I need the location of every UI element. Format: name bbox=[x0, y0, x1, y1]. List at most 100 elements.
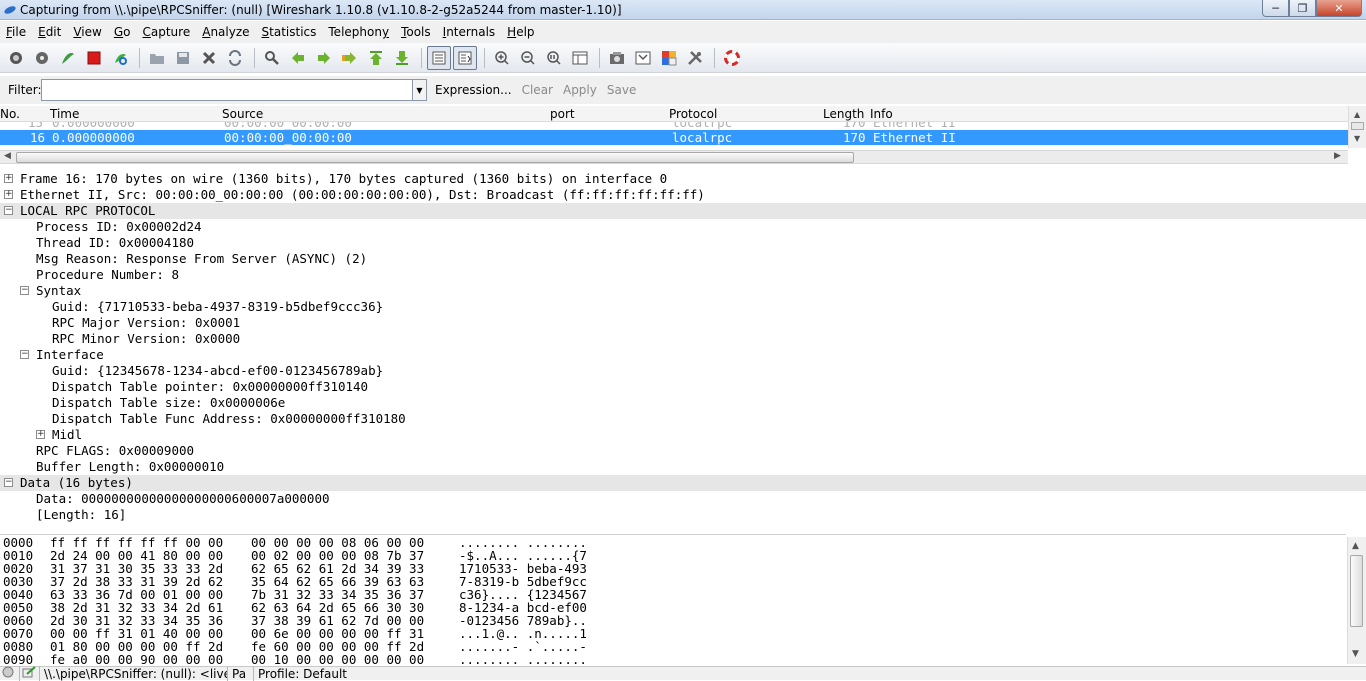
tree-item-procedure[interactable]: Procedure Number: 8 bbox=[0, 267, 1366, 283]
preferences-icon[interactable] bbox=[683, 46, 707, 70]
save-file-icon[interactable] bbox=[171, 46, 195, 70]
collapse-icon[interactable]: − bbox=[4, 478, 13, 487]
menu-statistics[interactable]: Statistics bbox=[256, 25, 323, 39]
column-source[interactable]: Source bbox=[222, 107, 263, 121]
packet-list-scrollbar[interactable]: ▲ ▼ bbox=[1348, 106, 1366, 148]
tree-item-frame[interactable]: + Frame 16: 170 bytes on wire (1360 bits)… bbox=[0, 171, 1366, 187]
collapse-icon[interactable]: − bbox=[4, 206, 13, 215]
close-file-icon[interactable] bbox=[197, 46, 221, 70]
tree-item-local-rpc[interactable]: − LOCAL RPC PROTOCOL bbox=[0, 203, 1366, 219]
help-icon[interactable] bbox=[720, 46, 744, 70]
packet-bytes-pane[interactable]: 0000 ff ff ff ff ff ff 00 00 00 00 00 00 0… bbox=[0, 534, 1346, 664]
packet-row-selected[interactable]: 16 0.000000000 00:00:00_00:00:00 localrp… bbox=[0, 130, 1350, 145]
interface-list-icon[interactable] bbox=[4, 46, 28, 70]
scrollbar-thumb[interactable] bbox=[1351, 122, 1364, 130]
menu-file[interactable]: File bbox=[0, 25, 32, 39]
filter-dropdown-button[interactable]: ▼ bbox=[413, 79, 427, 101]
menu-edit[interactable]: Edit bbox=[32, 25, 67, 39]
scroll-right-icon[interactable]: ▶ bbox=[1334, 151, 1341, 161]
tree-item-interface[interactable]: − Interface bbox=[0, 347, 1366, 363]
capture-options-icon[interactable] bbox=[30, 46, 54, 70]
menu-go[interactable]: Go bbox=[108, 25, 137, 39]
tree-item-dispatch-func[interactable]: Dispatch Table Func Address: 0x00000000f… bbox=[0, 411, 1366, 427]
tree-item-dispatch-pointer[interactable]: Dispatch Table pointer: 0x00000000ff3101… bbox=[0, 379, 1366, 395]
expert-info-icon[interactable] bbox=[0, 666, 20, 681]
scroll-up-icon[interactable]: ▲ bbox=[1352, 541, 1359, 551]
scroll-up-icon[interactable]: ▲ bbox=[1354, 110, 1360, 119]
display-filter-input[interactable] bbox=[41, 79, 413, 101]
go-to-packet-icon[interactable] bbox=[338, 46, 362, 70]
menu-help[interactable]: Help bbox=[501, 25, 540, 39]
scroll-left-icon[interactable]: ◀ bbox=[4, 151, 11, 161]
capture-comment-icon[interactable] bbox=[20, 666, 40, 681]
scroll-down-icon[interactable]: ▼ bbox=[1354, 134, 1360, 143]
colorize-icon[interactable] bbox=[427, 45, 451, 70]
menu-internals[interactable]: Internals bbox=[437, 25, 502, 39]
tree-item-buffer-length[interactable]: Buffer Length: 0x00000010 bbox=[0, 459, 1366, 475]
collapse-icon[interactable]: − bbox=[20, 286, 29, 295]
expression-button[interactable]: Expression... bbox=[435, 83, 512, 97]
clear-button[interactable]: Clear bbox=[522, 83, 553, 97]
tree-item-thread-id[interactable]: Thread ID: 0x00004180 bbox=[0, 235, 1366, 251]
column-protocol[interactable]: Protocol bbox=[669, 107, 717, 121]
minimize-button[interactable]: ─ bbox=[1262, 0, 1289, 17]
apply-button[interactable]: Apply bbox=[563, 83, 597, 97]
tree-item-data-value[interactable]: Data: 00000000000000000000600007a000000 bbox=[0, 491, 1366, 507]
expand-icon[interactable]: + bbox=[36, 430, 45, 439]
hex-bytes[interactable]: fe a0 00 00 90 00 00 00 bbox=[50, 652, 223, 664]
go-first-icon[interactable] bbox=[364, 46, 388, 70]
display-filters-icon[interactable] bbox=[631, 46, 655, 70]
scroll-down-icon[interactable]: ▼ bbox=[1352, 649, 1359, 659]
tree-item-midl[interactable]: + Midl bbox=[0, 427, 1366, 443]
go-last-icon[interactable] bbox=[390, 46, 414, 70]
tree-item-rpc-flags[interactable]: RPC FLAGS: 0x00009000 bbox=[0, 443, 1366, 459]
go-forward-icon[interactable] bbox=[312, 46, 336, 70]
find-icon[interactable] bbox=[260, 46, 284, 70]
maximize-button[interactable]: ❐ bbox=[1289, 0, 1316, 17]
menu-view[interactable]: View bbox=[67, 25, 107, 39]
tree-item-syntax-guid[interactable]: Guid: {71710533-beba-4937-8319-b5dbef9cc… bbox=[0, 299, 1366, 315]
packet-details-tree[interactable]: + Frame 16: 170 bytes on wire (1360 bits)… bbox=[0, 171, 1366, 526]
reload-icon[interactable] bbox=[223, 46, 247, 70]
menu-tools[interactable]: Tools bbox=[395, 25, 437, 39]
column-no[interactable]: No. bbox=[0, 107, 20, 121]
save-button[interactable]: Save bbox=[607, 83, 636, 97]
tree-item-data[interactable]: − Data (16 bytes) bbox=[0, 475, 1366, 491]
tree-item-msg-reason[interactable]: Msg Reason: Response From Server (ASYNC)… bbox=[0, 251, 1366, 267]
expand-icon[interactable]: + bbox=[4, 190, 13, 199]
stop-capture-icon[interactable] bbox=[82, 46, 106, 70]
menu-telephony[interactable]: Telephony bbox=[322, 25, 395, 39]
packet-list-hscrollbar[interactable]: ◀ ▶ bbox=[0, 150, 1348, 164]
tree-item-syntax[interactable]: − Syntax bbox=[0, 283, 1366, 299]
hex-ascii[interactable]: ........ ........ bbox=[459, 652, 587, 664]
start-capture-icon[interactable] bbox=[56, 46, 80, 70]
menu-capture[interactable]: Capture bbox=[136, 25, 196, 39]
expand-icon[interactable]: + bbox=[4, 174, 13, 183]
column-length[interactable]: Length bbox=[823, 107, 864, 121]
tree-item-rpc-major[interactable]: RPC Major Version: 0x0001 bbox=[0, 315, 1366, 331]
resize-columns-icon[interactable] bbox=[568, 46, 592, 70]
hex-bytes[interactable]: 00 10 00 00 00 00 00 00 bbox=[251, 652, 424, 664]
column-info[interactable]: Info bbox=[870, 107, 893, 121]
capture-filters-icon[interactable] bbox=[605, 46, 629, 70]
tree-item-dispatch-size[interactable]: Dispatch Table size: 0x0000006e bbox=[0, 395, 1366, 411]
tree-item-data-length[interactable]: [Length: 16] bbox=[0, 507, 1366, 523]
profile-status-text[interactable]: Profile: Default bbox=[254, 667, 351, 681]
collapse-icon[interactable]: − bbox=[20, 350, 29, 359]
column-time[interactable]: Time bbox=[50, 107, 79, 121]
restart-capture-icon[interactable] bbox=[108, 46, 132, 70]
tree-item-rpc-minor[interactable]: RPC Minor Version: 0x0000 bbox=[0, 331, 1366, 347]
packet-row[interactable]: 15 0.000000000 00:00:00_00:00:00 localrp… bbox=[0, 122, 1350, 130]
zoom-in-icon[interactable] bbox=[490, 46, 514, 70]
scrollbar-thumb[interactable] bbox=[16, 152, 854, 163]
coloring-rules-icon[interactable] bbox=[657, 46, 681, 70]
menu-analyze[interactable]: Analyze bbox=[196, 25, 255, 39]
column-port[interactable]: port bbox=[550, 107, 575, 121]
auto-scroll-icon[interactable] bbox=[453, 45, 477, 70]
tree-item-ethernet[interactable]: + Ethernet II, Src: 00:00:00_00:00:00 (00… bbox=[0, 187, 1366, 203]
close-button[interactable]: ✕ bbox=[1316, 0, 1362, 17]
packet-list[interactable]: 15 0.000000000 00:00:00_00:00:00 localrp… bbox=[0, 122, 1350, 148]
zoom-normal-icon[interactable] bbox=[542, 46, 566, 70]
tree-item-interface-guid[interactable]: Guid: {12345678-1234-abcd-ef00-012345678… bbox=[0, 363, 1366, 379]
zoom-out-icon[interactable] bbox=[516, 46, 540, 70]
